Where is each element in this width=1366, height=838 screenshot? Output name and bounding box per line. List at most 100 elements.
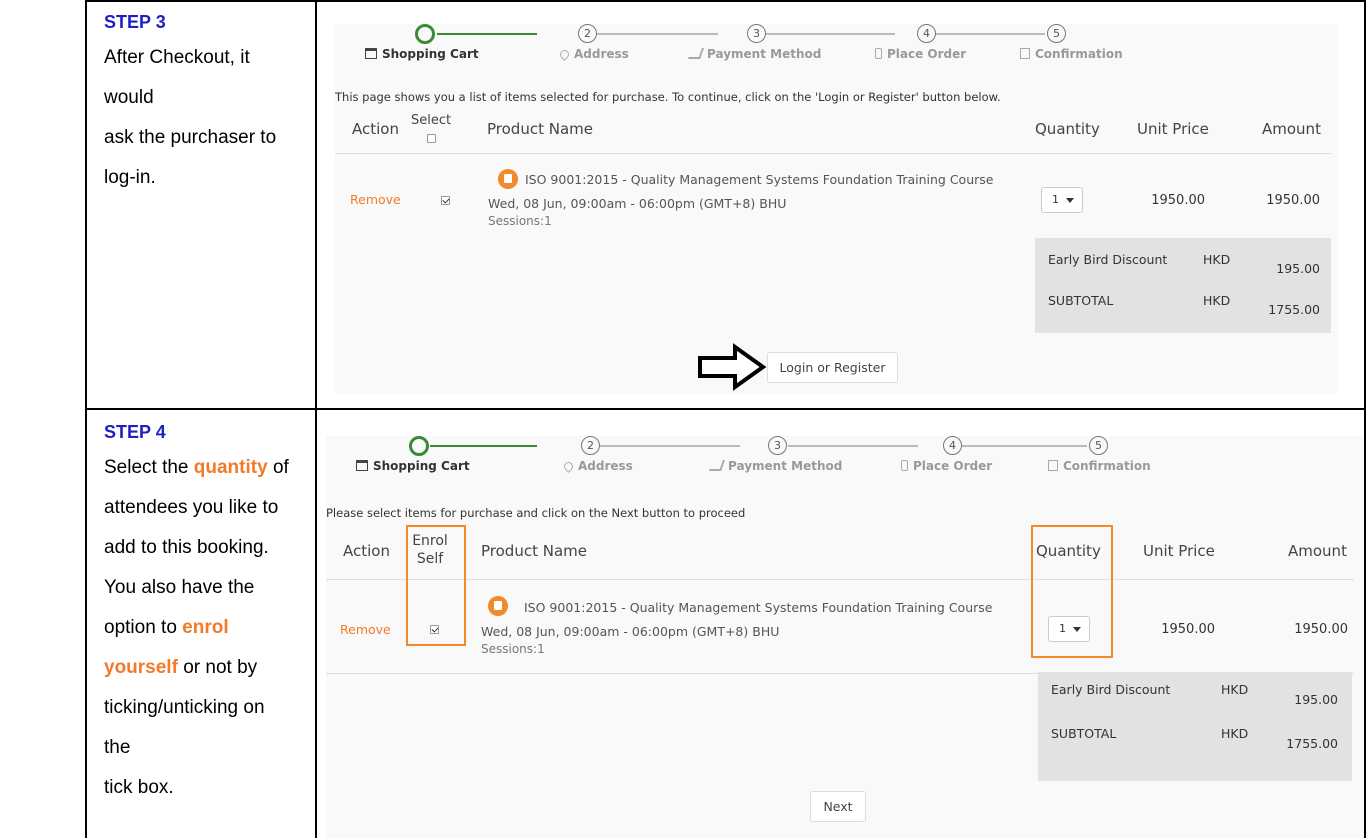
stepper-circle-1 bbox=[415, 24, 435, 44]
stepper-label-payment-method: Payment Method bbox=[708, 459, 842, 473]
step4-line-8: tick box. bbox=[104, 777, 174, 798]
early-bird-label: Early Bird Discount bbox=[1048, 252, 1168, 267]
early-bird-label: Early Bird Discount bbox=[1051, 682, 1171, 697]
subtotal-value: 1755.00 bbox=[1268, 302, 1320, 317]
step4-line-6: yourself or not by bbox=[104, 657, 258, 678]
step3-title: STEP 3 bbox=[104, 12, 166, 32]
amount-value: 1950.00 bbox=[1294, 622, 1348, 637]
stepper-label-place-order: Place Order bbox=[901, 459, 992, 473]
step4-instructions: STEP 4 Select the quantity of attendees … bbox=[104, 420, 294, 808]
stepper-line-2 bbox=[600, 445, 740, 447]
product-date: Wed, 08 Jun, 09:00am - 06:00pm (GMT+8) B… bbox=[488, 196, 787, 211]
map-pin-icon bbox=[558, 48, 571, 61]
step4-line-3: add to this booking. bbox=[104, 537, 269, 558]
cart-intro-text: This page shows you a list of items sele… bbox=[335, 90, 1001, 104]
subtotal-value: 1755.00 bbox=[1286, 736, 1338, 751]
product-date: Wed, 08 Jun, 09:00am - 06:00pm (GMT+8) B… bbox=[481, 624, 780, 639]
step4-line-5: option to enrol bbox=[104, 617, 229, 638]
yourself-highlight: yourself bbox=[104, 657, 178, 678]
step3-line-3: log-in. bbox=[104, 167, 156, 188]
header-quantity: Quantity bbox=[1035, 120, 1100, 138]
quantity-select[interactable]: 1 bbox=[1041, 187, 1083, 213]
document-check-icon bbox=[1048, 460, 1058, 471]
header-product-name: Product Name bbox=[481, 542, 587, 560]
quantity-highlight: quantity bbox=[193, 457, 268, 478]
early-bird-value: 195.00 bbox=[1276, 261, 1320, 276]
checkout-stepper: 2 3 4 5 Shopping Cart Address Payment Me… bbox=[335, 24, 1338, 84]
cart-intro-text: Please select items for purchase and cli… bbox=[326, 506, 746, 520]
stepper-circle-2: 2 bbox=[581, 436, 600, 455]
pencil-icon bbox=[687, 48, 705, 59]
totals-panel: Early Bird Discount HKD 195.00 SUBTOTAL … bbox=[1035, 238, 1331, 333]
stepper-line-3 bbox=[765, 33, 895, 35]
stepper-line-3 bbox=[788, 445, 918, 447]
stepper-circle-4: 4 bbox=[917, 24, 936, 43]
chevron-down-icon bbox=[1066, 198, 1074, 203]
subtotal-label: SUBTOTAL bbox=[1051, 726, 1117, 741]
step4-line-2: attendees you like to bbox=[104, 497, 279, 518]
stepper-label-address: Address bbox=[558, 47, 629, 61]
header-amount: Amount bbox=[1288, 542, 1347, 560]
step3-instructions: STEP 3 After Checkout, it would ask the … bbox=[104, 10, 294, 198]
login-or-register-button[interactable]: Login or Register bbox=[767, 352, 898, 383]
phone-icon bbox=[901, 460, 908, 471]
table-border-left bbox=[85, 0, 87, 838]
header-action: Action bbox=[352, 120, 399, 138]
next-button[interactable]: Next bbox=[810, 791, 866, 822]
stepper-line-2 bbox=[593, 33, 718, 35]
step4-line-4: You also have the bbox=[104, 577, 255, 598]
product-sessions: Sessions:1 bbox=[488, 214, 552, 228]
document-check-icon bbox=[1020, 48, 1030, 59]
stepper-circle-2: 2 bbox=[578, 24, 597, 43]
cart-icon bbox=[356, 460, 368, 471]
subtotal-currency: HKD bbox=[1221, 726, 1249, 741]
item-select-checkbox[interactable] bbox=[441, 196, 450, 205]
stepper-circle-5: 5 bbox=[1047, 24, 1066, 43]
remove-link[interactable]: Remove bbox=[340, 622, 391, 637]
header-rule bbox=[326, 579, 1354, 580]
stepper-circle-5: 5 bbox=[1089, 436, 1108, 455]
header-amount: Amount bbox=[1262, 120, 1321, 138]
quantity-highlight-box bbox=[1031, 525, 1113, 658]
table-border-top bbox=[85, 0, 1365, 2]
step3-screenshot: 2 3 4 5 Shopping Cart Address Payment Me… bbox=[335, 24, 1338, 394]
pencil-icon bbox=[708, 460, 726, 471]
stepper-label-payment-method: Payment Method bbox=[687, 47, 821, 61]
header-unit-price: Unit Price bbox=[1137, 120, 1209, 138]
table-row-divider bbox=[85, 408, 1365, 410]
select-all-checkbox[interactable] bbox=[427, 134, 436, 143]
stepper-circle-3: 3 bbox=[768, 436, 787, 455]
amount-value: 1950.00 bbox=[1266, 193, 1320, 208]
early-bird-currency: HKD bbox=[1221, 682, 1249, 697]
course-icon bbox=[498, 169, 518, 189]
stepper-line-1 bbox=[437, 33, 537, 35]
enrol-self-highlight-box bbox=[406, 525, 466, 646]
phone-icon bbox=[875, 48, 882, 59]
header-product-name: Product Name bbox=[487, 120, 593, 138]
stepper-label-confirmation: Confirmation bbox=[1048, 459, 1151, 473]
early-bird-value: 195.00 bbox=[1294, 692, 1338, 707]
step3-line-2: ask the purchaser to bbox=[104, 127, 277, 148]
product-name[interactable]: ISO 9001:2015 - Quality Management Syste… bbox=[524, 600, 992, 615]
totals-panel: Early Bird Discount HKD 195.00 SUBTOTAL … bbox=[1038, 672, 1352, 781]
stepper-label-shopping-cart: Shopping Cart bbox=[356, 459, 470, 473]
course-icon bbox=[488, 596, 508, 616]
arrow-right-icon bbox=[698, 343, 767, 391]
product-name[interactable]: ISO 9001:2015 - Quality Management Syste… bbox=[525, 172, 993, 187]
cart-icon bbox=[365, 48, 377, 59]
subtotal-label: SUBTOTAL bbox=[1048, 293, 1114, 308]
stepper-label-shopping-cart: Shopping Cart bbox=[365, 47, 479, 61]
product-sessions: Sessions:1 bbox=[481, 642, 545, 656]
table-column-divider bbox=[315, 0, 317, 838]
stepper-line-1 bbox=[430, 445, 537, 447]
enrol-highlight: enrol bbox=[182, 617, 229, 638]
header-action: Action bbox=[343, 542, 390, 560]
checkout-stepper: 2 3 4 5 Shopping Cart Address Payment Me… bbox=[326, 436, 1329, 496]
step4-title: STEP 4 bbox=[104, 422, 166, 442]
map-pin-icon bbox=[562, 460, 575, 473]
step4-screenshot: 2 3 4 5 Shopping Cart Address Payment Me… bbox=[326, 436, 1364, 838]
stepper-circle-3: 3 bbox=[747, 24, 766, 43]
unit-price-value: 1950.00 bbox=[1151, 193, 1205, 208]
stepper-line-4 bbox=[962, 445, 1087, 447]
remove-link[interactable]: Remove bbox=[350, 192, 401, 207]
